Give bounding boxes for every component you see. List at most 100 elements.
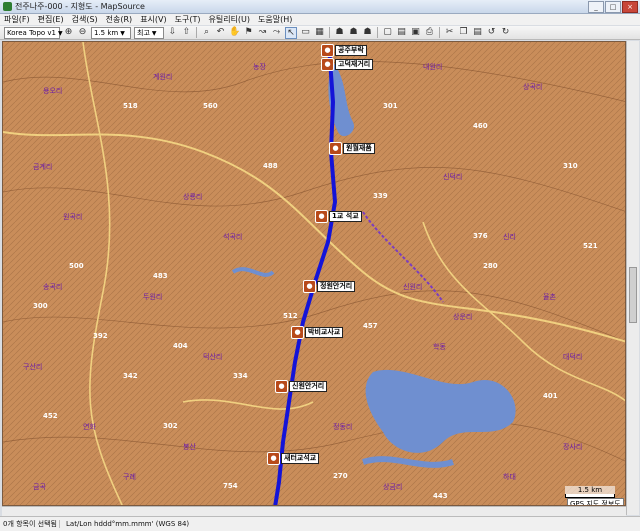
toolbar-divider (439, 27, 440, 38)
waypoint-icon: ● (329, 142, 342, 155)
waypoint-icon: ● (321, 58, 334, 71)
map-label: 내원리 (423, 63, 443, 71)
waypoint[interactable]: ● 원월재품 (329, 142, 375, 155)
horizontal-scrollbar[interactable] (2, 506, 626, 516)
undo-zoom-icon[interactable]: ↶ (215, 27, 226, 38)
map-label: 310 (563, 162, 578, 170)
menu-transfer[interactable]: 전송(R) (106, 14, 133, 25)
map-label: 율촌 (543, 293, 556, 301)
menu-help[interactable]: 도움말(H) (258, 14, 292, 25)
paste-icon[interactable]: ▤ (472, 27, 483, 38)
menu-view[interactable]: 표시(V) (140, 14, 166, 25)
find-address-icon[interactable]: ☗ (348, 27, 359, 38)
map-label: 401 (543, 392, 558, 400)
toolbar-divider (329, 27, 330, 38)
map-label: 신원리 (403, 283, 423, 291)
map-label: 정동리 (333, 423, 353, 431)
menu-find[interactable]: 검색(S) (72, 14, 98, 25)
zoom-level-select[interactable]: 1.5 km ▼ (91, 26, 131, 39)
map-label: 376 (473, 232, 488, 240)
menu-edit[interactable]: 편집(E) (38, 14, 64, 25)
map-label: 상룡리 (183, 193, 203, 201)
title-bar: 전주나주-000 - 지형도 - MapSource _ □ × (0, 0, 640, 14)
save-file-icon[interactable]: ▣ (410, 27, 421, 38)
map-label: 송곡리 (43, 283, 63, 291)
map-canvas (3, 42, 625, 505)
waypoint-label: 고덕재거리 (335, 59, 374, 70)
zoom-in-icon[interactable]: ⊕ (63, 27, 74, 38)
copy-icon[interactable]: ❐ (458, 27, 469, 38)
find-places-icon[interactable]: ☗ (334, 27, 345, 38)
receive-from-device-icon[interactable]: ⇩ (167, 27, 178, 38)
send-to-device-icon[interactable]: ⇧ (181, 27, 192, 38)
map-label: 500 (69, 262, 84, 270)
map-label: 학동 (433, 343, 446, 351)
zoom-tool-icon[interactable]: ⌕ (201, 27, 212, 38)
waypoint[interactable]: ● 1교 석교 (315, 210, 362, 223)
waypoint[interactable]: ● 공주부락 (321, 44, 367, 57)
route-tool-icon[interactable]: ↝ (257, 27, 268, 38)
map-label: 구산리 (23, 363, 43, 371)
open-file-icon[interactable]: ▤ (396, 27, 407, 38)
map-label: 상곡리 (523, 83, 543, 91)
toolbar-divider (377, 27, 378, 38)
menu-file[interactable]: 파일(F) (4, 14, 30, 25)
map-product-select[interactable]: Korea Topo v1 ▼ (4, 26, 63, 39)
coordinate-format: Lat/Lon hddd°mm.mmm' (WGS 84) (59, 520, 189, 528)
minimize-button[interactable]: _ (588, 1, 604, 13)
measure-tool-icon[interactable]: ▭ (300, 27, 311, 38)
chevron-down-icon: ▼ (151, 29, 157, 37)
waypoint[interactable]: ● 고덕재거리 (321, 58, 374, 71)
map-label: 518 (123, 102, 138, 110)
map-label: 대덕리 (563, 353, 583, 361)
map-label: 두원리 (143, 293, 163, 301)
selection-tool-icon[interactable]: ↖ (285, 26, 297, 39)
find-waypoint-icon[interactable]: ☗ (362, 27, 373, 38)
waypoint-label: 정원안거리 (317, 281, 356, 292)
scroll-thumb[interactable] (629, 267, 637, 323)
redo-icon[interactable]: ↻ (500, 27, 511, 38)
cut-icon[interactable]: ✂ (444, 27, 455, 38)
waypoint-label: 1교 석교 (329, 211, 362, 222)
map-label: 342 (123, 372, 138, 380)
map-label: 404 (173, 342, 188, 350)
map-product-value: Korea Topo v1 (7, 28, 56, 37)
map-label: 원곡리 (63, 213, 83, 221)
maximize-button[interactable]: □ (605, 1, 621, 13)
map-label: 443 (433, 492, 448, 500)
chevron-down-icon: ▼ (58, 29, 63, 37)
map-label: 연화 (83, 423, 96, 431)
gps-note: GPS 지도 정보도 (567, 498, 624, 505)
undo-icon[interactable]: ↺ (486, 27, 497, 38)
close-button[interactable]: × (622, 1, 638, 13)
waypoint[interactable]: ● 새터교석교 (267, 452, 320, 465)
map-label: 농장 (253, 63, 266, 71)
detail-select[interactable]: 최고 ▼ (134, 26, 164, 39)
map-label: 488 (263, 162, 278, 170)
map-label: 덕산리 (203, 353, 223, 361)
map-label: 270 (333, 472, 348, 480)
vertical-scrollbar[interactable] (626, 41, 639, 515)
map-tool-icon[interactable]: ▦ (314, 27, 325, 38)
waypoint-tool-icon[interactable]: ⚑ (243, 27, 254, 38)
zoom-out-icon[interactable]: ⊖ (77, 27, 88, 38)
map-label: 300 (33, 302, 48, 310)
new-file-icon[interactable]: ▢ (382, 27, 393, 38)
waypoint[interactable]: ● 신원안거리 (275, 380, 328, 393)
waypoint-label: 박비교사교 (305, 327, 344, 338)
menu-tools[interactable]: 도구(T) (175, 14, 201, 25)
map-label: 신덕리 (443, 173, 463, 181)
map-label: 457 (363, 322, 378, 330)
map-label: 신리 (503, 233, 516, 241)
map-label: 512 (283, 312, 298, 320)
print-icon[interactable]: ⎙ (424, 27, 435, 38)
map-view[interactable]: ● 공주부락 ● 고덕재거리 ● 원월재품 ● 1교 석교 ● 정원안거리 ● 박비교사교 … (2, 41, 626, 506)
menu-utilities[interactable]: 유틸리티(U) (208, 14, 250, 25)
track-tool-icon[interactable]: ⤳ (271, 27, 282, 38)
waypoint[interactable]: ● 박비교사교 (291, 326, 344, 339)
window-title: 전주나주-000 - 지형도 - MapSource (15, 2, 145, 11)
waypoint[interactable]: ● 정원안거리 (303, 280, 356, 293)
hand-tool-icon[interactable]: ✋ (229, 27, 240, 38)
map-label: 460 (473, 122, 488, 130)
map-label: 상금리 (383, 483, 403, 491)
